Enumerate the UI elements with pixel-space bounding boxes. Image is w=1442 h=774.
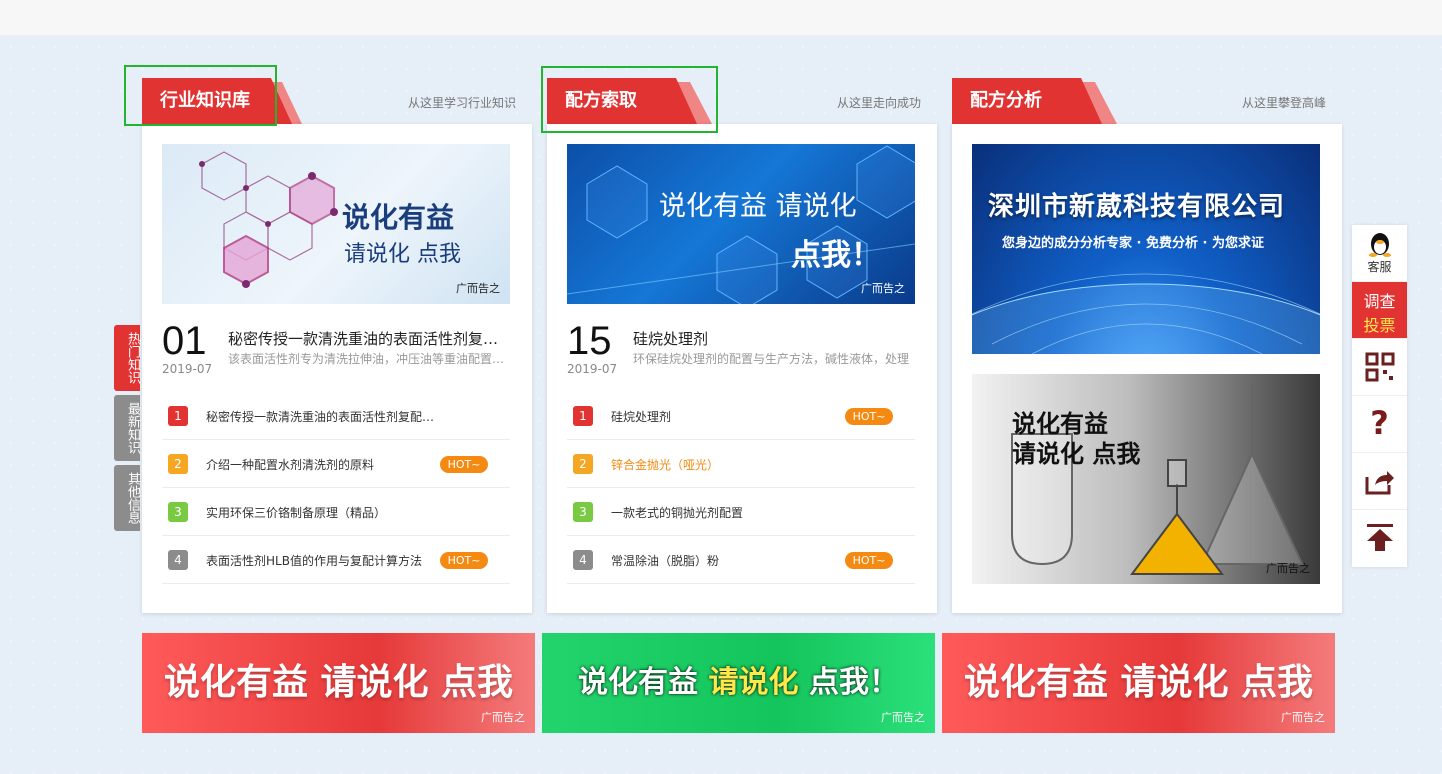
banner-line1: 说化有益 请说化 — [659, 191, 857, 222]
item-title[interactable]: 表面活性剂HLB值的作用与复配计算方法 — [206, 552, 446, 569]
item-title[interactable]: 实用环保三价铬制备原理（精品） — [206, 504, 446, 521]
customer-service-button[interactable]: 客服 — [1352, 225, 1407, 282]
ad-tag: 广而告之 — [481, 711, 525, 724]
hot-badge: HOT~ — [845, 408, 893, 425]
arrow-up-icon — [1367, 524, 1393, 551]
ad-banner[interactable]: 说化有益 请说化 点我 广而告之 — [972, 374, 1320, 584]
right-float-toolbar: 客服 调查 投票 ? — [1352, 225, 1407, 567]
list-item[interactable]: 1 秘密传授一款清洗重油的表面活性剂复配方法（如果 — [162, 392, 510, 440]
banner-line2: 请说化 点我 — [1012, 440, 1141, 468]
article-list: 1 硅烷处理剂 HOT~ 2 锌合金抛光（哑光） 3 一款老式的铜抛光剂配置 4… — [567, 392, 915, 584]
list-item[interactable]: 2 介绍一种配置水剂清洗剂的原料 HOT~ — [162, 440, 510, 488]
section-formula-request: 配方索取 从这里走向成功 说化有益 请说化 点我！ 广而告之 15 2019-0… — [547, 78, 937, 613]
customer-service-label: 客服 — [1367, 260, 1392, 274]
article-title[interactable]: 秘密传授一款清洗重油的表面活性剂复配方法 — [228, 328, 508, 349]
rank-badge: 2 — [573, 454, 593, 474]
ad-text-c: 点我！ — [808, 665, 899, 700]
side-tabs: 热门知识 最新知识 其他信息 — [114, 325, 140, 535]
section-subtitle[interactable]: 从这里攀登高峰 — [1242, 94, 1326, 111]
side-tab-other[interactable]: 其他信息 — [114, 465, 140, 531]
section-industry-knowledge: 行业知识库 从这里学习行业知识 说化有益 请说化 点我 广而告之 01 2019… — [142, 78, 532, 613]
help-button[interactable]: ? — [1352, 396, 1407, 453]
top-bar — [0, 0, 1442, 36]
company-tagline: 您身边的成分分析专家 · 免费分析 · 为您求证 — [1002, 236, 1264, 251]
survey-vote-button[interactable]: 调查 投票 — [1352, 282, 1407, 339]
item-title[interactable]: 介绍一种配置水剂清洗剂的原料 — [206, 456, 446, 473]
hot-badge: HOT~ — [845, 552, 893, 569]
ad-tag: 广而告之 — [881, 711, 925, 724]
ad-banner[interactable]: 说化有益 请说化 点我！ 广而告之 — [567, 144, 915, 304]
side-tab-hot[interactable]: 热门知识 — [114, 325, 140, 391]
item-title[interactable]: 硅烷处理剂 — [611, 408, 851, 425]
rank-badge: 2 — [168, 454, 188, 474]
list-item[interactable]: 4 表面活性剂HLB值的作用与复配计算方法 HOT~ — [162, 536, 510, 584]
section-panel: 深圳市新葳科技有限公司 您身边的成分分析专家 · 免费分析 · 为您求证 说化有… — [952, 124, 1342, 613]
rank-badge: 1 — [168, 406, 188, 426]
company-banner[interactable]: 深圳市新葳科技有限公司 您身边的成分分析专家 · 免费分析 · 为您求证 — [972, 144, 1320, 354]
section-subtitle[interactable]: 从这里走向成功 — [837, 94, 921, 111]
item-title[interactable]: 一款老式的铜抛光剂配置 — [611, 504, 851, 521]
article-desc: 环保硅烷处理剂的配置与生产方法，碱性液体，处理 — [633, 352, 910, 366]
section-panel: 说化有益 请说化 点我！ 广而告之 15 2019-07 硅烷处理剂 环保硅烷处… — [547, 124, 937, 613]
list-item[interactable]: 3 一款老式的铜抛光剂配置 — [567, 488, 915, 536]
side-tab-latest[interactable]: 最新知识 — [114, 395, 140, 461]
rank-badge: 4 — [168, 550, 188, 570]
hot-badge: HOT~ — [440, 456, 488, 473]
bottom-ad-1[interactable]: 说化有益 请说化 点我 广而告之 — [142, 633, 535, 733]
lead-article[interactable]: 15 2019-07 硅烷处理剂 环保硅烷处理剂的配置与生产方法，碱性液体，处理 — [567, 320, 915, 380]
vote-label: 投票 — [1363, 316, 1396, 335]
company-name: 深圳市新葳科技有限公司 — [988, 192, 1286, 222]
item-title[interactable]: 常温除油（脱脂）粉 — [611, 552, 851, 569]
list-item[interactable]: 3 实用环保三价铬制备原理（精品） — [162, 488, 510, 536]
highlight-box-tab2 — [541, 66, 718, 133]
item-title[interactable]: 锌合金抛光（哑光） — [611, 456, 851, 473]
section-subtitle[interactable]: 从这里学习行业知识 — [408, 94, 516, 111]
highlight-box-tab1 — [124, 65, 277, 126]
ad-tag: 广而告之 — [456, 282, 500, 295]
item-title[interactable]: 秘密传授一款清洗重油的表面活性剂复配方法（如果 — [206, 408, 446, 425]
article-title[interactable]: 硅烷处理剂 — [633, 328, 913, 349]
banner-line2: 请说化 点我 — [344, 242, 461, 267]
rank-badge: 3 — [573, 502, 593, 522]
ad-tag: 广而告之 — [861, 282, 905, 295]
list-item[interactable]: 1 硅烷处理剂 HOT~ — [567, 392, 915, 440]
qr-code-icon — [1365, 352, 1395, 382]
list-item[interactable]: 4 常温除油（脱脂）粉 HOT~ — [567, 536, 915, 584]
back-to-top-button[interactable] — [1352, 510, 1407, 567]
rank-badge: 1 — [573, 406, 593, 426]
ad-text-a: 说化有益 — [578, 665, 699, 700]
hot-badge: HOT~ — [440, 552, 488, 569]
bottom-ad-2[interactable]: 说化有益 请说化 点我！ 广而告之 — [542, 633, 935, 733]
qq-penguin-icon — [1369, 233, 1391, 257]
article-date: 2019-07 — [567, 362, 618, 376]
ad-text-b: 请说化 — [708, 665, 799, 700]
section-formula-analysis: 配方分析 从这里攀登高峰 深圳市新葳科技有限公司 您身边的成分分析专家 · 免费… — [952, 78, 1342, 613]
tab-formula-analysis[interactable]: 配方分析 — [952, 78, 1102, 124]
article-desc: 该表面活性剂专为清洗拉伸油，冲压油等重油配置的复配方法 — [228, 352, 508, 366]
survey-label: 调查 — [1363, 292, 1396, 311]
ad-text: 说化有益 请说化 点我！ — [542, 633, 935, 733]
banner-line1: 说化有益 — [342, 201, 455, 234]
ad-tag: 广而告之 — [1266, 562, 1310, 575]
article-list: 1 秘密传授一款清洗重油的表面活性剂复配方法（如果 2 介绍一种配置水剂清洗剂的… — [162, 392, 510, 584]
share-icon — [1365, 471, 1394, 495]
qr-code-button[interactable] — [1352, 339, 1407, 396]
banner-line2: 点我！ — [791, 238, 881, 273]
ad-text: 说化有益 请说化 点我 — [963, 662, 1314, 703]
section-header: 配方分析 从这里攀登高峰 — [952, 78, 1342, 124]
share-button[interactable] — [1352, 453, 1407, 510]
lead-article[interactable]: 01 2019-07 秘密传授一款清洗重油的表面活性剂复配方法 该表面活性剂专为… — [162, 320, 510, 380]
list-item[interactable]: 2 锌合金抛光（哑光） — [567, 440, 915, 488]
article-date: 2019-07 — [162, 362, 213, 376]
question-icon: ? — [1370, 404, 1389, 442]
ad-text: 说化有益 请说化 点我 — [163, 662, 514, 703]
bottom-ad-3[interactable]: 说化有益 请说化 点我 广而告之 — [942, 633, 1335, 733]
section-panel: 说化有益 请说化 点我 广而告之 01 2019-07 秘密传授一款清洗重油的表… — [142, 124, 532, 613]
rank-badge: 3 — [168, 502, 188, 522]
article-day: 01 — [162, 319, 207, 363]
ad-tag: 广而告之 — [1281, 711, 1325, 724]
article-day: 15 — [567, 319, 612, 363]
rank-badge: 4 — [573, 550, 593, 570]
ad-banner[interactable]: 说化有益 请说化 点我 广而告之 — [162, 144, 510, 304]
